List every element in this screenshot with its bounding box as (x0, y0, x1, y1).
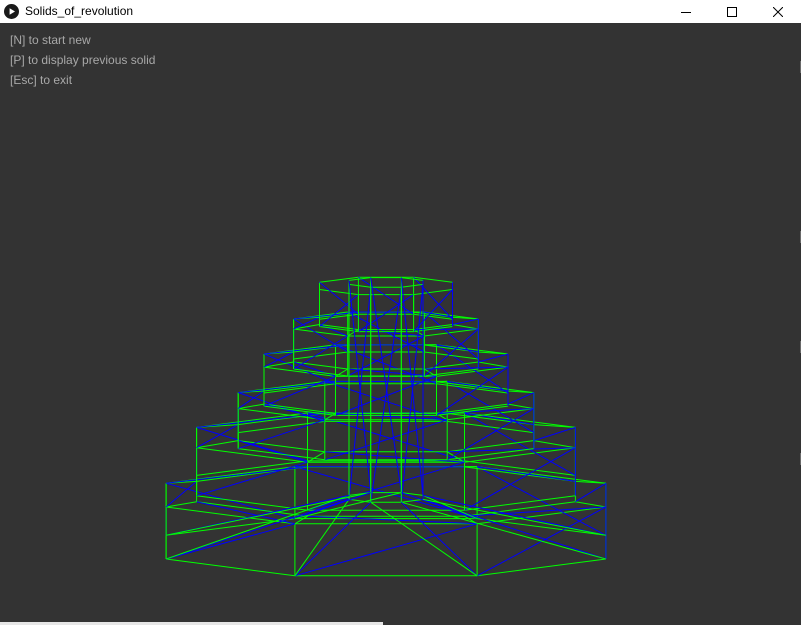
wire-ring (319, 289, 359, 296)
app-window: Solids_of_revolution [N] to start new [P… (0, 0, 801, 625)
wire-edge (294, 499, 350, 577)
wire-diagonal (348, 287, 372, 500)
wire-diagonal (400, 277, 424, 496)
wire-ring (413, 289, 453, 296)
maximize-icon (727, 6, 737, 17)
wire-ring (401, 283, 424, 288)
wire-diagonal (533, 426, 576, 442)
wire-diagonal (324, 419, 448, 461)
window-title: Solids_of_revolution (25, 4, 134, 18)
close-button[interactable] (755, 0, 801, 23)
wire-diagonal (478, 353, 509, 363)
wire-edge (507, 403, 534, 410)
wire-diagonal (238, 440, 308, 463)
wire-edge (533, 440, 576, 449)
wire-edge (575, 501, 606, 508)
wire-diagonal (335, 412, 448, 421)
wire-diagonal (370, 277, 402, 493)
wire-edge (478, 361, 509, 368)
wire-diagonal (575, 482, 607, 503)
wireframe-solid (165, 276, 607, 577)
wire-edge (294, 492, 402, 520)
wire-diagonal (319, 281, 359, 315)
wire-diagonal (452, 318, 479, 325)
maximize-button[interactable] (709, 0, 755, 23)
wire-diagonal (347, 335, 425, 377)
processing-play-icon (4, 4, 19, 19)
wire-diagonal (165, 523, 296, 560)
wire-ring (477, 558, 606, 577)
wire-diagonal (293, 335, 348, 370)
wire-edge (452, 324, 479, 330)
wire-diagonal (166, 466, 308, 484)
wire-diagonal (238, 381, 336, 394)
wire-diagonal (400, 284, 424, 503)
wire-edge (422, 494, 478, 520)
wire-diagonal (165, 481, 197, 508)
wire-ring (464, 501, 576, 517)
wire-diagonal (165, 482, 296, 520)
wire-edge (166, 501, 197, 508)
wire-diagonal (507, 392, 535, 405)
wire-ring (293, 361, 348, 370)
minimize-icon (681, 11, 691, 13)
wire-edge (422, 498, 606, 536)
wire-diagonal (238, 419, 325, 450)
minimize-button[interactable] (663, 0, 709, 23)
wire-diagonal (238, 392, 325, 422)
wire-ring (166, 558, 295, 577)
wire-diagonal (370, 287, 402, 503)
wire-ring (348, 283, 371, 288)
title-bar[interactable]: Solids_of_revolution (0, 0, 801, 23)
render-canvas[interactable]: [N] to start new [P] to display previous… (0, 23, 801, 625)
wire-diagonal (358, 276, 414, 315)
close-icon (773, 6, 783, 17)
